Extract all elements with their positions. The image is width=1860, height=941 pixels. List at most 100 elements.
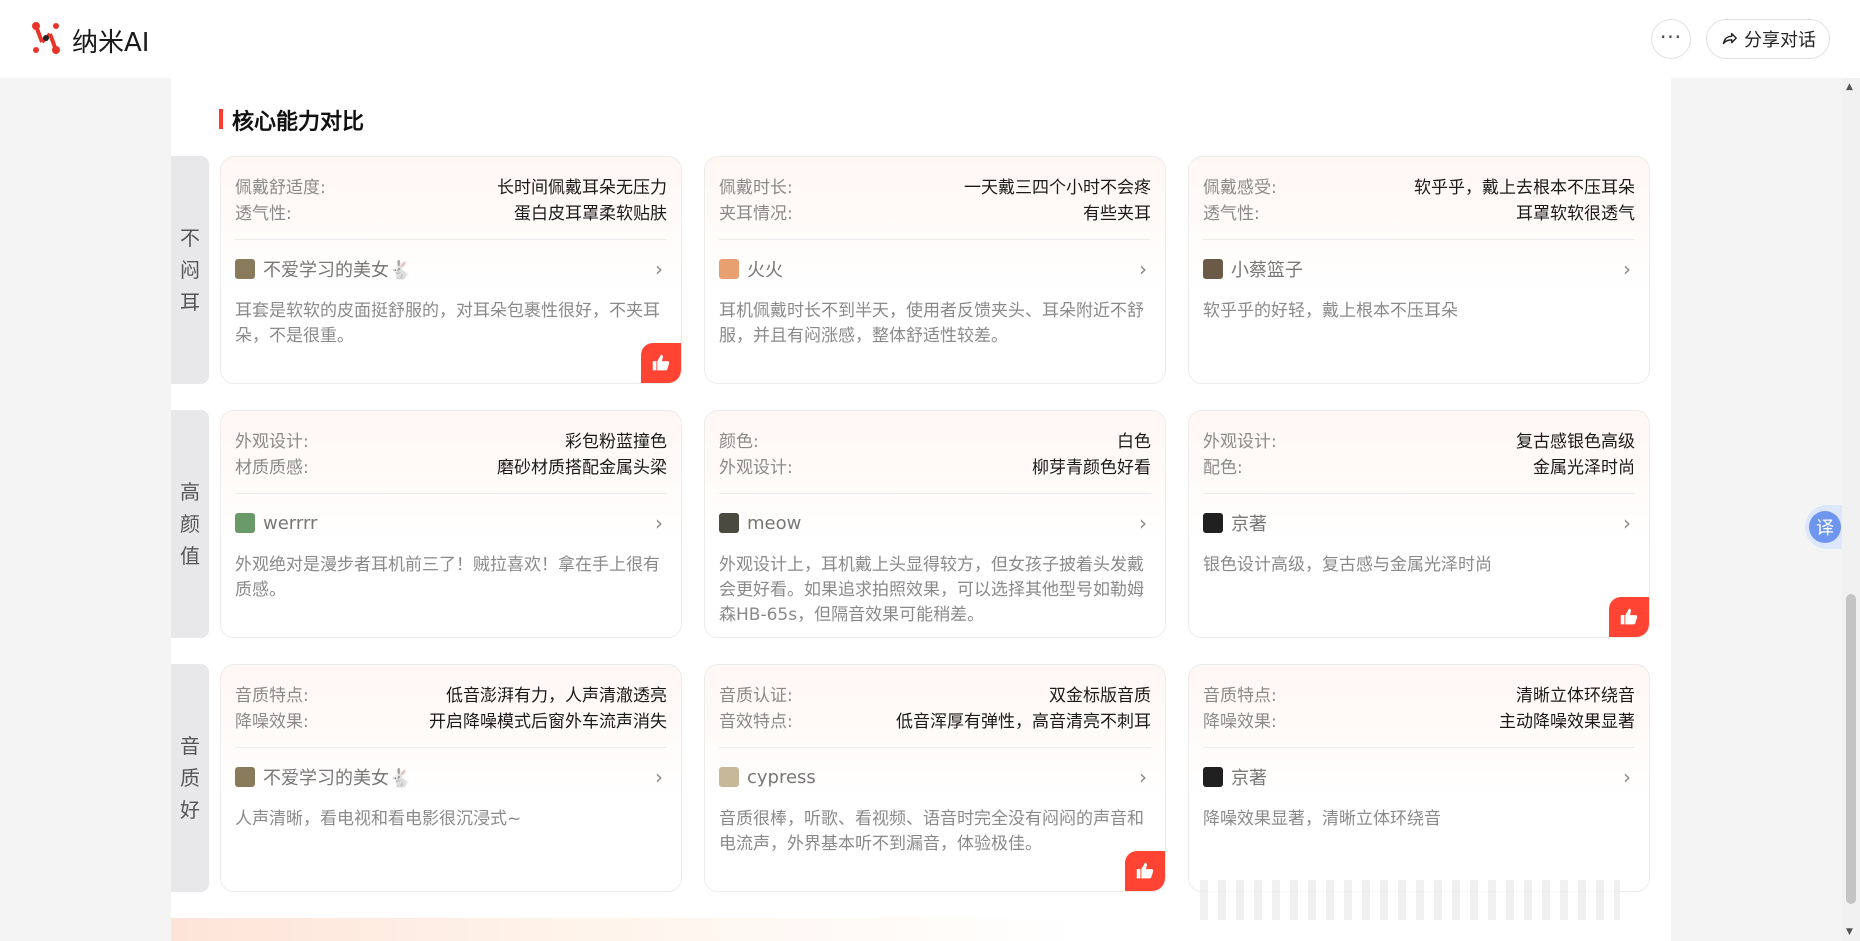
attribute-key: 夹耳情况: xyxy=(719,204,793,224)
avatar xyxy=(235,513,255,533)
attribute-row: 佩戴感受: 软乎乎，戴上去根本不压耳朵 xyxy=(1203,173,1635,198)
attribute-value: 磨砂材质搭配金属头梁 xyxy=(497,458,667,478)
attribute-value: 有些夹耳 xyxy=(1083,204,1151,224)
translate-icon: 译 xyxy=(1809,511,1841,543)
divider xyxy=(719,493,1151,494)
review-card[interactable]: 佩戴时长: 一天戴三四个小时不会疼 夹耳情况: 有些夹耳 火火 › 耳机佩戴时长不到… xyxy=(704,156,1166,384)
scroll-down-arrow-icon[interactable]: ▼ xyxy=(1846,927,1853,937)
attribute-value: 低音浑厚有弹性，高音清亮不刺耳 xyxy=(896,712,1151,732)
attribute-row: 降噪效果: 开启降噪模式后窗外车流声消失 xyxy=(235,707,667,732)
attribute-row: 材质质感: 磨砂材质搭配金属头梁 xyxy=(235,453,667,478)
chevron-right-icon[interactable]: › xyxy=(1623,765,1631,789)
thumbs-up-badge xyxy=(1125,851,1165,891)
attribute-row: 音质特点: 低音澎湃有力，人声清澈透亮 xyxy=(235,681,667,706)
review-comment: 降噪效果显著，清晰立体环绕音 xyxy=(1203,809,1441,829)
attribute-key: 音效特点: xyxy=(719,712,793,732)
chevron-right-icon[interactable]: › xyxy=(1139,257,1147,281)
attribute-value: 蛋白皮耳罩柔软贴肤 xyxy=(514,204,667,224)
reviewer-row[interactable]: cypress › xyxy=(719,765,1151,789)
review-comment: 软乎乎的好轻，戴上根本不压耳朵 xyxy=(1203,301,1458,321)
chevron-right-icon[interactable]: › xyxy=(1139,765,1147,789)
thumbs-up-icon xyxy=(652,354,670,371)
attribute-value: 金属光泽时尚 xyxy=(1533,458,1635,478)
reviewer-row[interactable]: 不爱学习的美女🐇 › xyxy=(235,257,667,281)
row-label-comfort: 不 闷 耳 xyxy=(171,156,209,384)
reviewer-row[interactable]: werrrr › xyxy=(235,511,667,535)
reviewer-name: 火火 xyxy=(747,260,783,281)
attribute-row: 音质特点: 清晰立体环绕音 xyxy=(1203,681,1635,706)
review-card[interactable]: 外观设计: 彩包粉蓝撞色 材质质感: 磨砂材质搭配金属头梁 werrrr › 外观绝… xyxy=(220,410,682,638)
chevron-right-icon[interactable]: › xyxy=(1139,511,1147,535)
avatar xyxy=(719,767,739,787)
attribute-key: 材质质感: xyxy=(235,458,309,478)
attribute-key: 佩戴感受: xyxy=(1203,178,1277,198)
reviewer-row[interactable]: meow › xyxy=(719,511,1151,535)
section-title: 核心能力对比 xyxy=(219,104,364,136)
row-label-char: 质 xyxy=(180,766,200,790)
chevron-right-icon[interactable]: › xyxy=(655,765,663,789)
avatar xyxy=(1203,259,1223,279)
scroll-thumb[interactable] xyxy=(1846,594,1856,904)
attribute-key: 外观设计: xyxy=(1203,432,1277,452)
divider xyxy=(235,747,667,748)
thumbs-up-icon xyxy=(1136,862,1154,879)
reviewer-name: 京著 xyxy=(1231,768,1267,789)
attribute-value: 软乎乎，戴上去根本不压耳朵 xyxy=(1414,178,1635,198)
review-comment: 外观绝对是漫步者耳机前三了！贼拉喜欢！拿在手上很有质感。 xyxy=(235,555,660,600)
attribute-row: 颜色: 白色 xyxy=(719,427,1151,452)
scroll-up-arrow-icon[interactable]: ▲ xyxy=(1846,82,1853,92)
review-comment: 银色设计高级，复古感与金属光泽时尚 xyxy=(1203,555,1492,575)
review-comment: 耳套是软软的皮面挺舒服的，对耳朵包裹性很好，不夹耳朵，不是很重。 xyxy=(235,301,660,346)
decorative-stripes xyxy=(1200,880,1620,920)
chevron-right-icon[interactable]: › xyxy=(655,511,663,535)
thumbs-up-badge xyxy=(1609,597,1649,637)
more-options-button[interactable]: ··· xyxy=(1651,19,1691,59)
row-label-char: 不 xyxy=(180,226,200,250)
nami-logo-icon[interactable] xyxy=(28,20,64,56)
review-card[interactable]: 外观设计: 复古感银色高级 配色: 金属光泽时尚 京著 › 银色设计高级，复古感与金… xyxy=(1188,410,1650,638)
attribute-row: 佩戴时长: 一天戴三四个小时不会疼 xyxy=(719,173,1151,198)
top-bar: 纳米AI ··· 分享对话 xyxy=(0,0,1860,78)
review-card[interactable]: 音质认证: 双金标版音质 音效特点: 低音浑厚有弹性，高音清亮不刺耳 cypress… xyxy=(704,664,1166,892)
reviewer-name: 小蔡篮子 xyxy=(1231,260,1303,281)
review-card[interactable]: 音质特点: 清晰立体环绕音 降噪效果: 主动降噪效果显著 京著 › 降噪效果显著，清… xyxy=(1188,664,1650,892)
review-card[interactable]: 颜色: 白色 外观设计: 柳芽青颜色好看 meow › 外观设计上，耳机戴上头显得较… xyxy=(704,410,1166,638)
review-card[interactable]: 佩戴舒适度: 长时间佩戴耳朵无压力 透气性: 蛋白皮耳罩柔软贴肤 不爱学习的美女🐇 … xyxy=(220,156,682,384)
divider xyxy=(235,239,667,240)
attribute-value: 双金标版音质 xyxy=(1049,686,1151,706)
attribute-value: 彩包粉蓝撞色 xyxy=(565,432,667,452)
share-conversation-button[interactable]: 分享对话 xyxy=(1706,19,1830,59)
chevron-right-icon[interactable]: › xyxy=(1623,257,1631,281)
attribute-value: 低音澎湃有力，人声清澈透亮 xyxy=(446,686,667,706)
bottom-gradient-strip xyxy=(171,918,1471,941)
attribute-value: 复古感银色高级 xyxy=(1516,432,1635,452)
attribute-row: 透气性: 耳罩软软很透气 xyxy=(1203,199,1635,224)
row-label-char: 耳 xyxy=(180,290,200,314)
attribute-key: 外观设计: xyxy=(719,458,793,478)
review-card[interactable]: 音质特点: 低音澎湃有力，人声清澈透亮 降噪效果: 开启降噪模式后窗外车流声消失 不… xyxy=(220,664,682,892)
attribute-row: 降噪效果: 主动降噪效果显著 xyxy=(1203,707,1635,732)
attribute-row: 外观设计: 柳芽青颜色好看 xyxy=(719,453,1151,478)
attribute-value: 长时间佩戴耳朵无压力 xyxy=(497,178,667,198)
share-icon xyxy=(1722,32,1737,45)
avatar xyxy=(1203,513,1223,533)
reviewer-name: cypress xyxy=(747,766,816,788)
attribute-value: 柳芽青颜色好看 xyxy=(1032,458,1151,478)
reviewer-row[interactable]: 京著 › xyxy=(1203,511,1635,535)
attribute-key: 佩戴时长: xyxy=(719,178,793,198)
review-card[interactable]: 佩戴感受: 软乎乎，戴上去根本不压耳朵 透气性: 耳罩软软很透气 小蔡篮子 › 软乎… xyxy=(1188,156,1650,384)
scrollbar[interactable]: ▲ ▼ xyxy=(1842,78,1860,941)
attribute-value: 白色 xyxy=(1117,432,1151,452)
attribute-key: 降噪效果: xyxy=(1203,712,1277,732)
reviewer-row[interactable]: 不爱学习的美女🐇 › xyxy=(235,765,667,789)
reviewer-row[interactable]: 小蔡篮子 › xyxy=(1203,257,1635,281)
app-name: 纳米AI xyxy=(72,28,150,58)
reviewer-name: meow xyxy=(747,512,802,534)
reviewer-row[interactable]: 火火 › xyxy=(719,257,1151,281)
chevron-right-icon[interactable]: › xyxy=(1623,511,1631,535)
attribute-row: 音效特点: 低音浑厚有弹性，高音清亮不刺耳 xyxy=(719,707,1151,732)
chevron-right-icon[interactable]: › xyxy=(655,257,663,281)
row-label-sound: 音 质 好 xyxy=(171,664,209,892)
reviewer-row[interactable]: 京著 › xyxy=(1203,765,1635,789)
attribute-value: 一天戴三四个小时不会疼 xyxy=(964,178,1151,198)
